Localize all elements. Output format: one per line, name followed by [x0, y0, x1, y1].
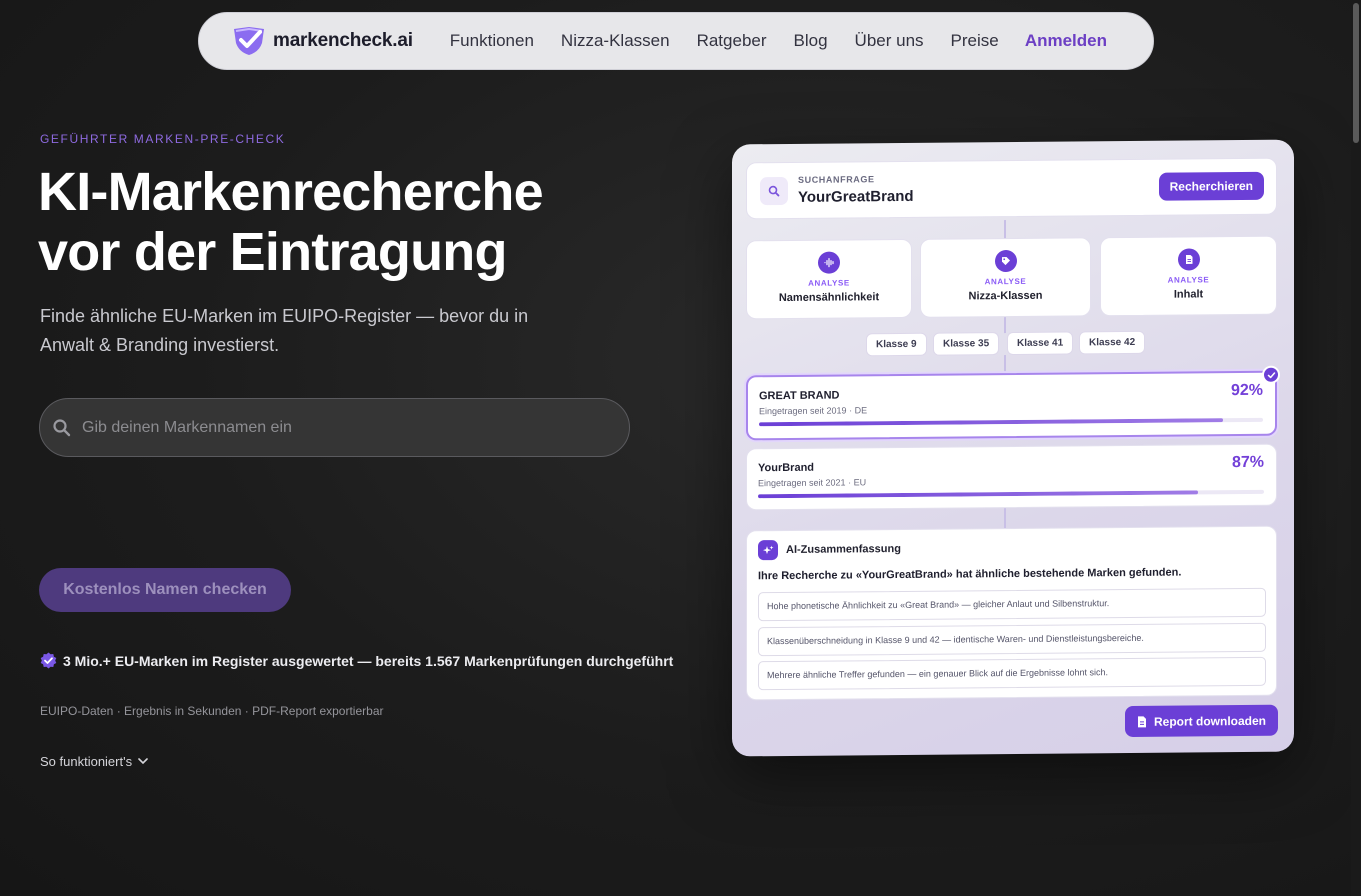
- nav-link-ratgeber[interactable]: Ratgeber: [697, 31, 767, 51]
- nav-link-nizza-klassen[interactable]: Nizza-Klassen: [561, 31, 670, 51]
- report-download-button[interactable]: Report downloaden: [1125, 704, 1278, 738]
- hero-meta: EUIPO-Daten · Ergebnis in Sekunden · PDF…: [40, 704, 384, 718]
- report-download-label: Report downloaden: [1154, 713, 1266, 729]
- search-icon: [53, 418, 71, 436]
- match-title: YourBrand: [758, 461, 815, 475]
- logo[interactable]: markencheck.ai: [231, 25, 413, 57]
- query-value: YourGreatBrand: [798, 187, 914, 206]
- check-icon: [1262, 365, 1280, 384]
- summary-item: Mehrere ähnliche Treffer gefunden — ein …: [758, 656, 1266, 691]
- connector-line: [1004, 508, 1006, 529]
- how-it-works-label: So funktioniert's: [40, 754, 133, 769]
- analysis-nice-classes: ANALYSE Nizza-Klassen: [920, 237, 1091, 318]
- logo-text: markencheck.ai: [273, 30, 413, 51]
- match-bar: [758, 489, 1264, 499]
- class-chip[interactable]: Klasse 41: [1007, 331, 1074, 356]
- verified-badge-icon: [40, 652, 57, 669]
- analysis-name-similarity: ANALYSE Namensähnlichkeit: [746, 238, 912, 320]
- query-label: SUCHANFRAGE: [798, 174, 875, 185]
- match-subtitle: Eingetragen seit 2021 · EU: [758, 477, 867, 489]
- match-result-2[interactable]: YourBrand Eingetragen seit 2021 · EU 87%: [746, 443, 1277, 511]
- nav-links: Funktionen Nizza-Klassen Ratgeber Blog Ü…: [450, 31, 1026, 51]
- how-it-works-link[interactable]: So funktioniert's: [40, 754, 148, 769]
- tag-icon: [994, 249, 1017, 273]
- nav-link-ueber-uns[interactable]: Über uns: [855, 31, 924, 51]
- check-name-button[interactable]: Kostenlos Namen checken: [39, 568, 291, 612]
- nav-link-preise[interactable]: Preise: [951, 31, 999, 51]
- trust-line: 3 Mio.+ EU-Marken im Register ausgewerte…: [40, 652, 673, 669]
- match-result-1[interactable]: GREAT BRAND Eingetragen seit 2019 · DE 9…: [746, 365, 1280, 441]
- brand-search-box[interactable]: [39, 398, 630, 457]
- waveform-icon: [818, 251, 840, 274]
- top-navigation: markencheck.ai Funktionen Nizza-Klassen …: [198, 12, 1154, 70]
- analysis-content: ANALYSE Inhalt: [1100, 235, 1277, 317]
- class-chip[interactable]: Klasse 9: [866, 332, 927, 357]
- sparkles-icon: [758, 540, 778, 561]
- match-percent: 87%: [1231, 453, 1264, 472]
- nav-link-blog[interactable]: Blog: [794, 31, 828, 51]
- headline-line-1: KI-Markenrecherche: [38, 162, 544, 222]
- hero-headline: KI-Markenrecherche vor der Eintragung: [38, 162, 544, 282]
- preview-card: SUCHANFRAGE YourGreatBrand Recherchieren…: [732, 139, 1294, 757]
- summary-item: Hohe phonetische Ähnlichkeit zu «Great B…: [758, 587, 1266, 622]
- match-percent: 92%: [1230, 381, 1263, 400]
- trust-text: 3 Mio.+ EU-Marken im Register ausgewerte…: [63, 652, 674, 669]
- analysis-name: Inhalt: [1173, 288, 1204, 301]
- summary-title: AI-Zusammenfassung: [786, 542, 901, 556]
- scrollbar-thumb[interactable]: [1353, 3, 1359, 143]
- match-title: GREAT BRAND: [759, 389, 840, 403]
- hero-subline: Finde ähnliche EU-Marken im EUIPO-Regist…: [40, 306, 529, 355]
- analysis-label: ANALYSE: [984, 276, 1027, 287]
- match-subtitle: Eingetragen seit 2019 · DE: [759, 405, 868, 417]
- summary-headline: Ihre Recherche zu «YourGreatBrand» hat ä…: [758, 566, 1182, 583]
- document-icon: [1177, 248, 1200, 271]
- brand-name-input[interactable]: [82, 418, 602, 437]
- summary-item: Klassenüberschneidung in Klasse 9 und 42…: [758, 622, 1266, 657]
- ai-summary-panel: AI-Zusammenfassung Ihre Recherche zu «Yo…: [746, 525, 1277, 701]
- chevron-down-icon: [138, 758, 148, 765]
- class-chip[interactable]: Klasse 42: [1079, 330, 1146, 355]
- query-search-icon: [760, 176, 788, 206]
- query-panel: SUCHANFRAGE YourGreatBrand Recherchieren: [746, 157, 1277, 220]
- hero-eyebrow: GEFÜHRTER MARKEN-PRE-CHECK: [40, 132, 286, 146]
- analysis-name: Namensähnlichkeit: [778, 291, 880, 305]
- match-bar-fill: [758, 490, 1199, 499]
- analysis-label: ANALYSE: [808, 278, 850, 288]
- research-button[interactable]: Recherchieren: [1158, 171, 1264, 201]
- shield-check-icon: [234, 27, 264, 55]
- class-chip[interactable]: Klasse 35: [933, 332, 1000, 356]
- nav-link-funktionen[interactable]: Funktionen: [450, 31, 534, 51]
- page-scrollbar[interactable]: [1351, 0, 1361, 896]
- match-bar: [759, 417, 1263, 427]
- headline-line-2: vor der Eintragung: [38, 222, 507, 282]
- analysis-name: Nizza-Klassen: [968, 289, 1043, 303]
- connector-line: [1004, 355, 1006, 374]
- login-link[interactable]: Anmelden: [1025, 31, 1107, 51]
- connector-line: [1004, 317, 1006, 334]
- match-bar-fill: [759, 418, 1223, 427]
- file-icon: [1138, 715, 1146, 727]
- analysis-label: ANALYSE: [1167, 275, 1210, 285]
